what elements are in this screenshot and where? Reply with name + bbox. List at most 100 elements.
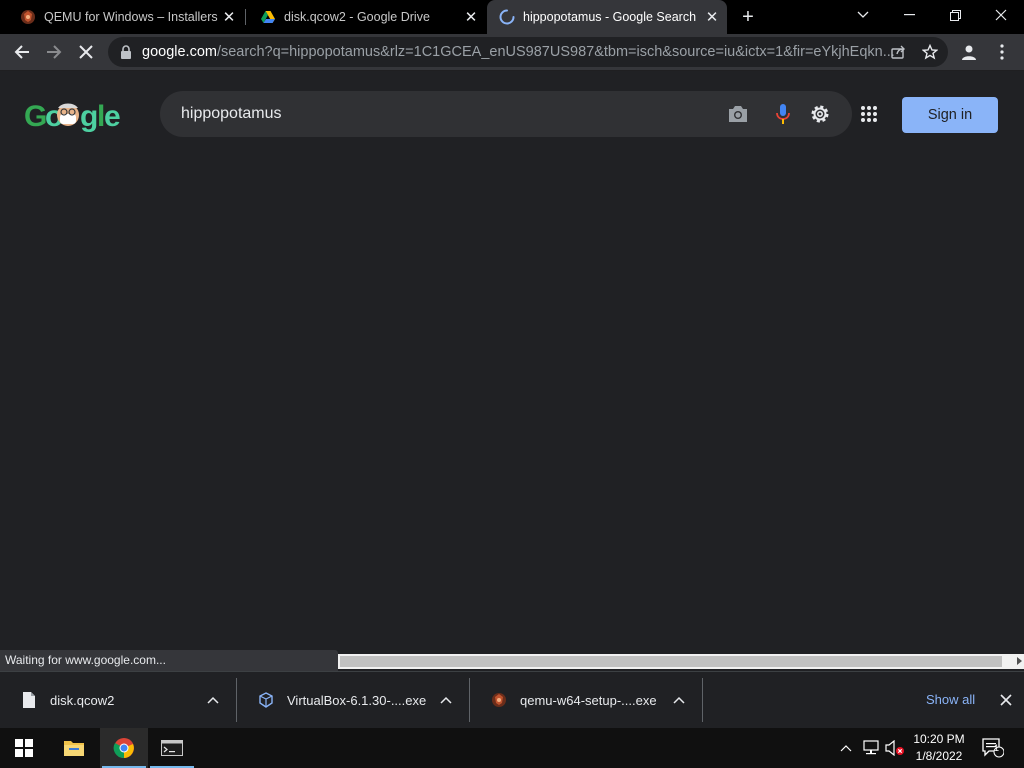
- google-apps-button[interactable]: [860, 105, 880, 125]
- google-doodle-logo[interactable]: G o g l e: [24, 96, 121, 133]
- more-vertical-icon: [1000, 44, 1004, 60]
- download-separator: [702, 678, 703, 722]
- qemu-icon: [490, 691, 508, 709]
- share-icon: [891, 45, 905, 59]
- back-button[interactable]: [8, 38, 36, 66]
- svg-text:e: e: [104, 100, 120, 133]
- chevron-up-icon[interactable]: [671, 692, 687, 708]
- file-icon: [20, 691, 38, 709]
- show-hidden-icons-button[interactable]: [836, 728, 856, 768]
- scrollbar-thumb[interactable]: [340, 656, 1002, 667]
- gear-icon: [811, 105, 829, 123]
- terminal-taskbar-button[interactable]: [148, 728, 196, 768]
- download-item[interactable]: VirtualBox-6.1.30-....exe: [237, 680, 469, 720]
- search-box[interactable]: hippopotamus: [160, 91, 852, 137]
- download-item[interactable]: disk.qcow2: [0, 680, 236, 720]
- restore-icon: [949, 9, 961, 21]
- new-tab-button[interactable]: +: [736, 5, 760, 29]
- tab-search-button[interactable]: [840, 0, 886, 30]
- chrome-taskbar-button[interactable]: [100, 728, 148, 768]
- chevron-down-icon: [857, 11, 869, 18]
- qemu-icon: [21, 10, 35, 24]
- page-content: G o g l e hippopotamus Sign in: [0, 72, 1024, 650]
- chevron-up-icon[interactable]: [205, 692, 221, 708]
- svg-text:g: g: [80, 100, 97, 133]
- close-icon[interactable]: ✕: [460, 8, 482, 26]
- volume-muted-icon: [885, 740, 904, 756]
- apps-grid-icon: [861, 106, 877, 122]
- tab-google-drive[interactable]: disk.qcow2 - Google Drive ✕: [246, 0, 486, 34]
- share-button[interactable]: [884, 38, 912, 66]
- bookmark-button[interactable]: [916, 38, 944, 66]
- search-settings-button[interactable]: [808, 102, 832, 126]
- camera-icon: [729, 106, 747, 122]
- stop-loading-button[interactable]: [72, 38, 100, 66]
- download-filename: disk.qcow2: [50, 692, 115, 708]
- file-explorer-button[interactable]: [50, 728, 98, 768]
- loading-spinner-icon: [499, 9, 515, 25]
- tab-title: QEMU for Windows – Installers (: [44, 10, 218, 24]
- profile-button[interactable]: [955, 38, 983, 66]
- tab-qemu[interactable]: QEMU for Windows – Installers ( ✕: [0, 0, 244, 34]
- arrow-right-icon: [47, 45, 62, 59]
- arrow-left-icon: [14, 45, 29, 59]
- google-logo-icon: G o g l e: [24, 100, 121, 133]
- close-icon[interactable]: ✕: [218, 8, 240, 26]
- status-bubble: Waiting for www.google.com...: [0, 650, 338, 671]
- camera-search-button[interactable]: [726, 102, 750, 126]
- clock-time: 10:20 PM: [913, 732, 965, 746]
- network-status-button[interactable]: [860, 728, 882, 768]
- svg-text:G: G: [24, 100, 46, 133]
- url-path: /search?q=hippopotamus&rlz=1C1GCEA_enUS9…: [216, 44, 895, 60]
- address-bar[interactable]: google.com/search?q=hippopotamus&rlz=1C1…: [108, 37, 948, 67]
- forward-button[interactable]: [40, 38, 68, 66]
- star-icon: [922, 44, 938, 60]
- sign-in-button[interactable]: Sign in: [902, 97, 998, 133]
- terminal-icon: [161, 740, 183, 756]
- windows-taskbar: 10:20 PM 1/8/2022 1: [0, 728, 1024, 768]
- url-text: google.com/search?q=hippopotamus&rlz=1C1…: [142, 44, 948, 60]
- browser-menu-button[interactable]: [988, 38, 1016, 66]
- notification-count-badge: 1: [994, 743, 1000, 753]
- tab-strip: QEMU for Windows – Installers ( ✕ disk.q…: [0, 0, 1024, 34]
- chevron-up-icon: [840, 745, 852, 752]
- minimize-button[interactable]: [886, 0, 932, 30]
- browser-toolbar: google.com/search?q=hippopotamus&rlz=1C1…: [0, 34, 1024, 71]
- action-center-button[interactable]: 1: [980, 728, 1006, 768]
- network-icon: [863, 740, 879, 755]
- tab-title: disk.qcow2 - Google Drive: [284, 10, 430, 24]
- close-window-button[interactable]: [978, 0, 1024, 30]
- windows-logo-icon: [15, 739, 33, 757]
- profile-icon: [962, 45, 976, 60]
- google-drive-icon: [261, 11, 275, 23]
- tab-title: hippopotamus - Google Search: [523, 10, 697, 24]
- stop-icon: [79, 45, 93, 59]
- download-shelf: disk.qcow2 VirtualBox-6.1.30-....exe qem…: [0, 671, 1024, 728]
- close-icon[interactable]: [996, 690, 1016, 710]
- restore-button[interactable]: [932, 0, 978, 30]
- lock-icon[interactable]: [120, 45, 132, 59]
- download-filename: qemu-w64-setup-....exe: [520, 692, 657, 708]
- horizontal-scrollbar[interactable]: [338, 654, 1024, 669]
- download-item[interactable]: qemu-w64-setup-....exe: [470, 680, 702, 720]
- voice-search-button[interactable]: [771, 102, 795, 126]
- chrome-icon: [113, 738, 134, 759]
- scroll-right-arrow-icon[interactable]: [1017, 657, 1022, 665]
- url-host: google.com: [142, 44, 217, 60]
- volume-button[interactable]: [884, 728, 906, 768]
- notification-icon: [982, 738, 1004, 758]
- tab-google-search[interactable]: hippopotamus - Google Search ✕: [487, 0, 727, 34]
- show-all-downloads-link[interactable]: Show all: [926, 692, 975, 707]
- folder-icon: [64, 741, 84, 756]
- clock-date: 1/8/2022: [915, 749, 963, 763]
- minimize-icon: [903, 14, 915, 16]
- search-query[interactable]: hippopotamus: [181, 105, 852, 123]
- start-button[interactable]: [0, 728, 48, 768]
- virtualbox-icon: [257, 691, 275, 709]
- chevron-up-icon[interactable]: [438, 692, 454, 708]
- close-icon[interactable]: ✕: [701, 8, 723, 26]
- taskbar-clock[interactable]: 10:20 PM 1/8/2022: [904, 731, 974, 765]
- download-filename: VirtualBox-6.1.30-....exe: [287, 692, 427, 708]
- close-icon: [995, 9, 1007, 21]
- microphone-icon: [776, 104, 790, 124]
